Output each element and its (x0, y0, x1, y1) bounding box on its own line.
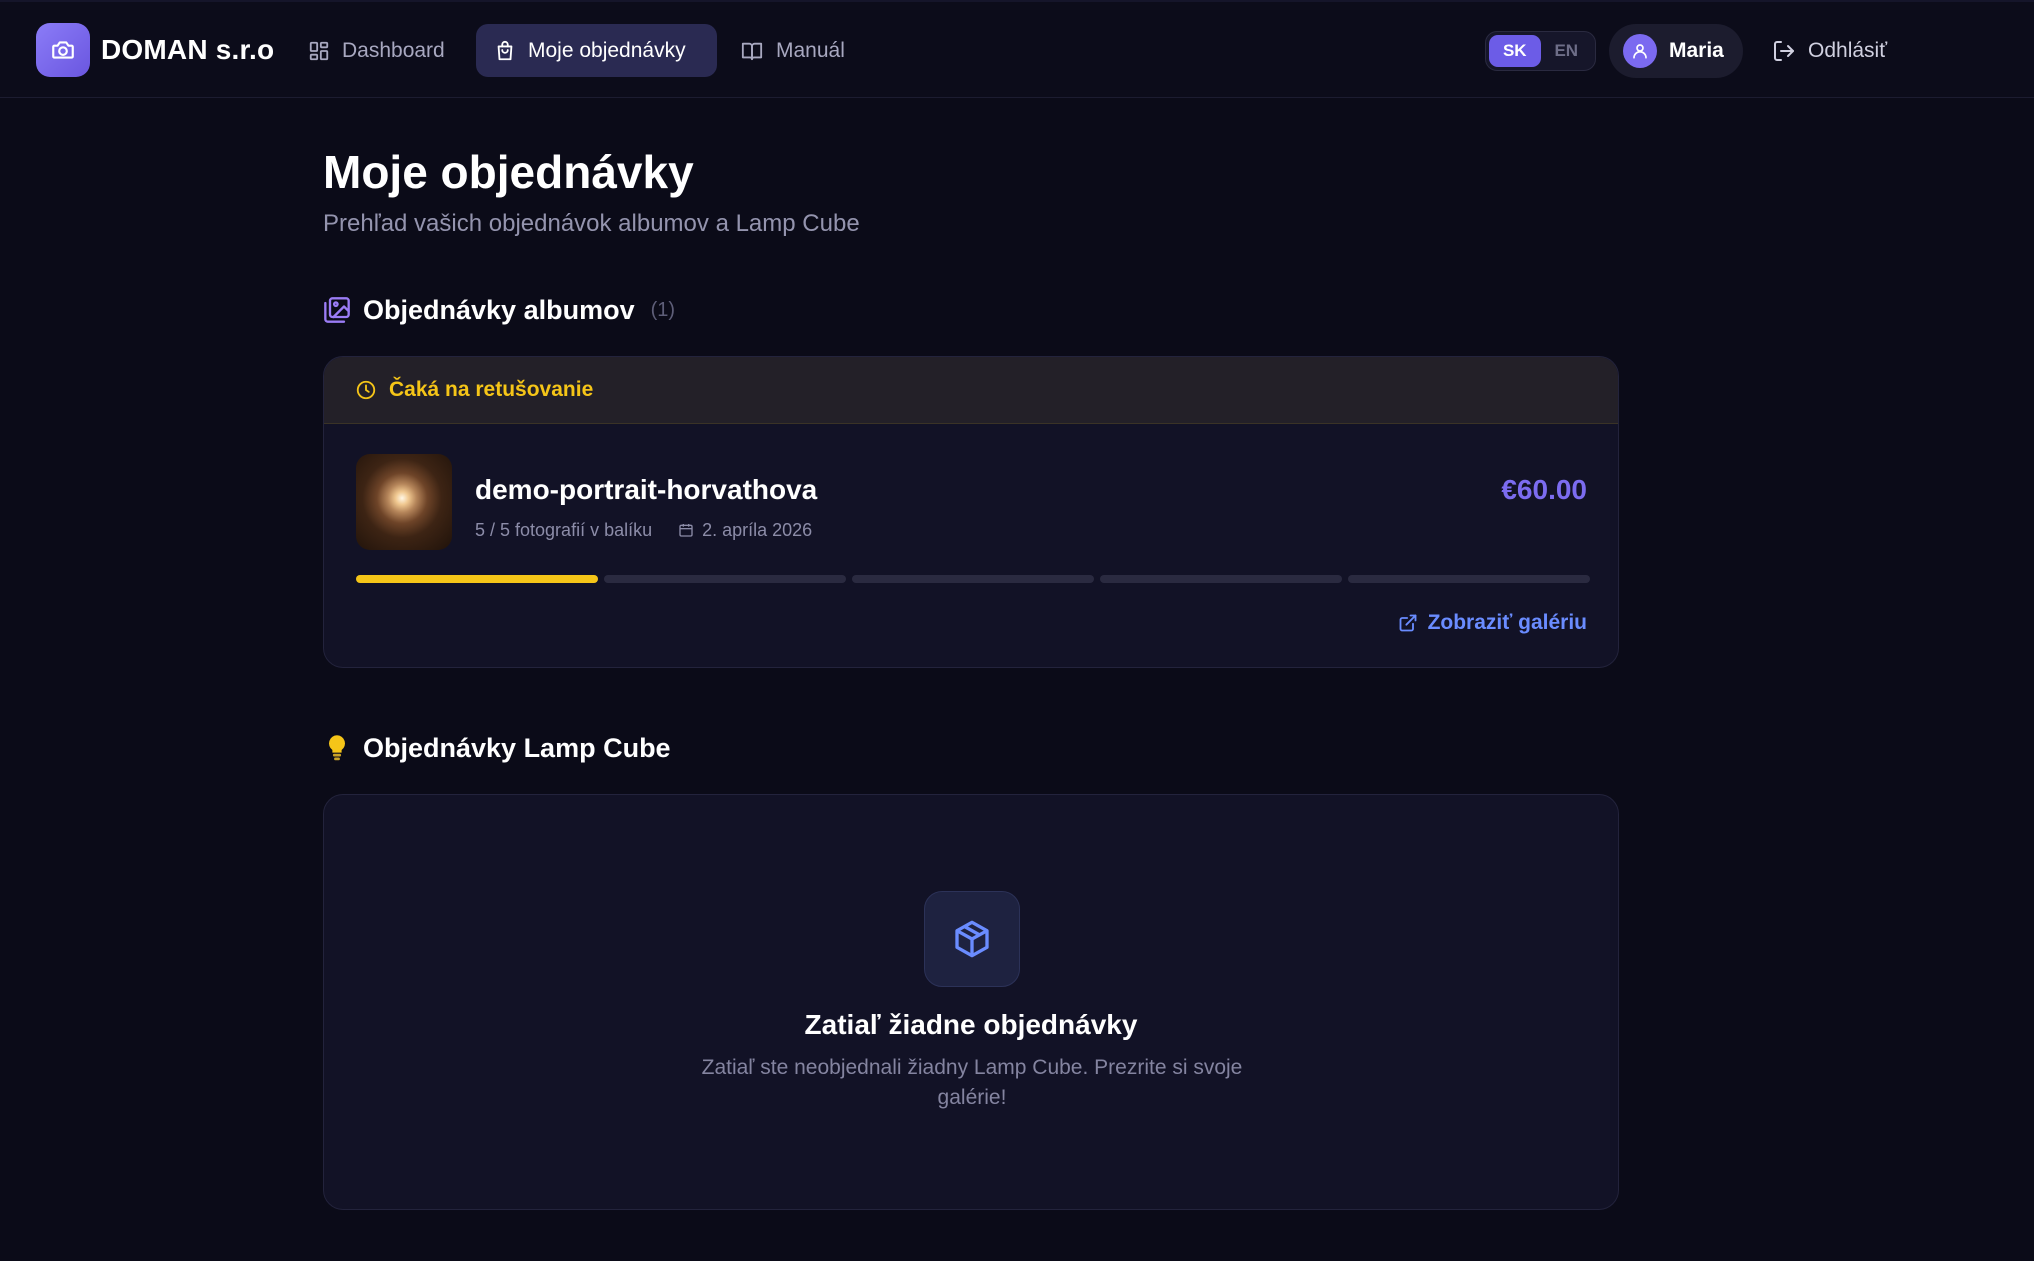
nav-dashboard[interactable]: Dashboard (290, 24, 463, 77)
nav-manual[interactable]: Manuál (722, 24, 863, 77)
lamp-orders-heading: Objednávky Lamp Cube (323, 728, 671, 768)
order-progress-bar (356, 575, 1590, 583)
user-icon (1633, 44, 1647, 59)
progress-step (356, 575, 598, 583)
lamp-orders-title: Objednávky Lamp Cube (363, 732, 671, 763)
nav-dashboard-label: Dashboard (342, 38, 445, 62)
book-icon (741, 42, 763, 60)
lamp-orders-empty-card: Zatiaľ žiadne objednávky Zatiaľ ste neob… (323, 794, 1619, 1210)
page-title: Moje objednávky (323, 146, 694, 198)
calendar-icon (679, 524, 693, 537)
nav-my-orders[interactable]: Moje objednávky (476, 24, 717, 77)
album-thumbnail[interactable] (356, 454, 452, 550)
lightbulb-icon (328, 735, 346, 761)
logout-button[interactable]: Odhlásiť (1772, 24, 1887, 77)
view-gallery-link[interactable]: Zobraziť galériu (1398, 608, 1587, 638)
view-gallery-label: Zobraziť galériu (1427, 611, 1587, 634)
progress-step (852, 575, 1094, 583)
language-option-en[interactable]: EN (1541, 35, 1593, 67)
images-icon (324, 297, 350, 323)
album-orders-count: (1) (650, 298, 676, 321)
camera-icon (52, 41, 74, 59)
dashboard-icon (309, 41, 329, 60)
user-name: Maria (1669, 39, 1724, 62)
order-status-banner: Čaká na retušovanie (324, 357, 1618, 424)
album-meta: 5 / 5 fotografií v balíku 2. apríla 2026 (475, 517, 812, 543)
brand-name[interactable]: DOMAN s.r.o (101, 32, 274, 68)
nav-my-orders-label: Moje objednávky (528, 38, 686, 62)
album-order-card: Čaká na retušovanie demo-portrait-horvat… (323, 356, 1619, 668)
external-link-icon (1399, 614, 1416, 632)
logout-icon (1774, 40, 1794, 61)
empty-state-icon-box (924, 891, 1020, 987)
avatar (1623, 34, 1657, 68)
cube-icon (955, 920, 989, 958)
progress-step (1348, 575, 1590, 583)
language-switcher: SK EN (1485, 31, 1596, 71)
progress-step (604, 575, 846, 583)
page-subtitle: Prehľad vašich objednávok albumov a Lamp… (323, 210, 860, 237)
nav-manual-label: Manuál (776, 38, 845, 62)
empty-state-text: Zatiaľ ste neobjednali žiadny Lamp Cube.… (701, 1056, 1243, 1109)
progress-step (1100, 575, 1342, 583)
album-orders-title: Objednávky albumov (363, 294, 635, 325)
language-option-sk[interactable]: SK (1489, 35, 1541, 67)
logout-label: Odhlásiť (1808, 38, 1888, 62)
top-navigation-bar: DOMAN s.r.o Dashboard Moje objednávky Ma… (0, 0, 2034, 98)
clock-icon (356, 380, 376, 400)
shopping-bag-icon (497, 40, 513, 60)
album-name: demo-portrait-horvathova (475, 474, 818, 505)
album-orders-heading: Objednávky albumov (1) (323, 290, 675, 330)
user-menu-button[interactable]: Maria (1609, 24, 1743, 78)
order-price: €60.00 (1501, 474, 1587, 505)
album-photo-count: 5 / 5 fotografií v balíku (475, 519, 653, 540)
order-status-text: Čaká na retušovanie (389, 378, 594, 401)
brand-logo[interactable] (36, 23, 90, 77)
album-order-date: 2. apríla 2026 (702, 519, 813, 540)
empty-state-title: Zatiaľ žiadne objednávky (804, 1009, 1138, 1040)
